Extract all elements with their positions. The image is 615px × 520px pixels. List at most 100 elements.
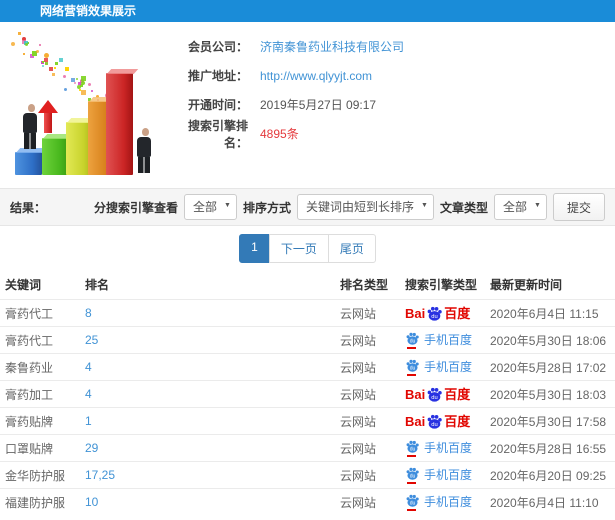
results-label: 结果：: [10, 200, 47, 215]
bar-chart-illustration: [2, 28, 177, 180]
keyword-cell: 金华防护服: [0, 461, 80, 489]
rank-link[interactable]: 25: [85, 333, 98, 347]
rank-type-cell: 云网站: [335, 380, 400, 408]
sort-label: 排序方式: [242, 200, 291, 215]
engine-filter-label: 分搜索引擎查看: [93, 200, 178, 215]
engine-cell: Bai du 百度 du: [400, 380, 485, 408]
baidu-logo: Bai du 百度: [405, 386, 471, 402]
svg-text:du: du: [432, 421, 438, 427]
mobile-baidu-badge[interactable]: du 手机百度: [405, 332, 472, 349]
businessman-right: [137, 128, 151, 173]
updated-cell: 2020年6月20日 09:25: [485, 461, 615, 489]
info-field-label: 搜索引擎排名：: [187, 118, 248, 150]
last-page-button[interactable]: 尾页: [327, 233, 376, 263]
article-type-label: 文章类型: [439, 200, 488, 215]
rank-link[interactable]: 4: [85, 387, 92, 401]
table-row: 膏药贴牌 1 云网站 Bai du 百度 2020年5月30日 17:58: [0, 407, 615, 435]
col-updated: 最新更新时间: [490, 278, 563, 292]
svg-text:du: du: [410, 338, 416, 344]
info-field-value[interactable]: http://www.qlyyjt.com: [260, 69, 372, 83]
rank-type-cell: 云网站: [335, 461, 400, 489]
pagination: 1 下一页 尾页: [239, 233, 376, 263]
member-info: 会员公司： 济南秦鲁药业科技有限公司 推广地址： http://www.qlyy…: [170, 32, 600, 150]
article-type-select[interactable]: 全部: [493, 194, 547, 220]
mobile-baidu-badge[interactable]: du 手机百度: [405, 440, 473, 457]
table-row: 福建防护服 10 云网站 Bai du 百度: [0, 488, 615, 516]
info-field: 开通时间： 2019年5月27日 09:17: [170, 90, 600, 119]
baidu-underline-decoration: [407, 374, 416, 376]
rank-type-cell: 云网站: [335, 407, 400, 435]
rankings-table: 关键词 排名 排名类型 搜索引擎类型 最新更新时间 膏药代工 8 云网站 Bai…: [0, 270, 615, 516]
baidu-underline-decoration: [407, 482, 416, 484]
keyword-cell: 福建防护服: [0, 488, 80, 516]
mobile-baidu-label: 手机百度: [424, 494, 473, 509]
rank-link[interactable]: 29: [85, 441, 98, 455]
col-engine-type: 搜索引擎类型: [405, 278, 478, 292]
businessman-left: [23, 104, 37, 149]
col-rank-type: 排名类型: [340, 278, 389, 292]
mobile-baidu-label: 手机百度: [424, 467, 473, 482]
growth-arrow-icon: [38, 100, 58, 134]
mobile-baidu-badge[interactable]: du 手机百度: [405, 494, 473, 512]
svg-text:du: du: [410, 446, 416, 452]
svg-text:du: du: [432, 394, 438, 400]
baidu-underline-decoration: [407, 347, 416, 349]
baidu-underline-decoration: [407, 455, 416, 457]
summary-section: 会员公司： 济南秦鲁药业科技有限公司 推广地址： http://www.qlyy…: [0, 22, 615, 188]
keyword-cell: 膏药加工: [0, 380, 80, 408]
table-row: 膏药加工 4 云网站 Bai du 百度 2020年5月30日 18:03: [0, 380, 615, 408]
updated-cell: 2020年6月4日 11:10: [485, 488, 615, 516]
table-row: 口罩贴牌 29 云网站 Bai du 百度: [0, 434, 615, 462]
results-filter-bar: 结果： 分搜索引擎查看 全部 ▼ 排序方式 关键词由短到长排序 ▼ 文章类型 全部 ▼…: [0, 188, 615, 226]
baidu-paw-icon: du: [427, 387, 442, 402]
submit-button[interactable]: 提交: [552, 193, 605, 221]
rank-link[interactable]: 4: [85, 360, 92, 374]
page-1-button[interactable]: 1: [239, 233, 270, 263]
updated-cell: 2020年6月4日 11:15: [485, 299, 615, 327]
updated-cell: 2020年5月28日 16:55: [485, 434, 615, 462]
engine-cell: Bai du 百度 du: [400, 488, 485, 516]
chart-bar-blue: [15, 152, 42, 175]
keyword-cell: 口罩贴牌: [0, 434, 80, 462]
mobile-baidu-badge[interactable]: du 手机百度: [405, 467, 473, 484]
updated-cell: 2020年5月28日 17:02: [485, 353, 615, 381]
col-keyword: 关键词: [5, 278, 42, 292]
engine-filter-select[interactable]: 全部: [183, 194, 237, 220]
table-row: 膏药代工 8 云网站 Bai du 百度 2020年6月4日 11:15: [0, 299, 615, 327]
table-row: 秦鲁药业 4 云网站 Bai du 百度: [0, 353, 615, 381]
mobile-baidu-paw-icon: du: [406, 332, 419, 345]
keyword-cell: 膏药贴牌: [0, 407, 80, 435]
keyword-cell: 膏药代工: [0, 326, 80, 354]
mobile-baidu-paw-icon: du: [406, 467, 419, 480]
mobile-baidu-badge[interactable]: du 手机百度: [405, 359, 472, 376]
engine-cell: Bai du 百度 du: [400, 407, 485, 435]
mobile-baidu-paw-icon: du: [406, 495, 419, 507]
rank-link[interactable]: 1: [85, 414, 92, 428]
rank-type-cell: 云网站: [335, 299, 400, 327]
svg-text:du: du: [410, 501, 416, 507]
rank-link[interactable]: 8: [85, 306, 92, 320]
info-field-value: 2019年5月27日 09:17: [260, 98, 377, 112]
info-field-value: 4895条: [260, 127, 299, 141]
sort-select[interactable]: 关键词由短到长排序: [296, 194, 434, 220]
info-field-value[interactable]: 济南秦鲁药业科技有限公司: [260, 38, 404, 55]
engine-cell: Bai du 百度 du: [400, 434, 485, 462]
mobile-baidu-label: 手机百度: [424, 440, 473, 455]
engine-cell: Bai du 百度 du: [400, 461, 485, 489]
info-field-label: 会员公司：: [187, 40, 248, 54]
svg-text:du: du: [410, 365, 416, 371]
rank-link[interactable]: 10: [85, 495, 98, 509]
info-field-label: 推广地址：: [187, 69, 248, 83]
baidu-logo: Bai du 百度: [405, 413, 471, 429]
baidu-underline-decoration: [407, 509, 416, 512]
next-page-button[interactable]: 下一页: [268, 233, 329, 263]
rank-type-cell: 云网站: [335, 488, 400, 516]
mobile-baidu-paw-icon: du: [406, 440, 419, 453]
baidu-paw-icon: du: [427, 306, 442, 321]
keyword-cell: 秦鲁药业: [0, 353, 80, 381]
updated-cell: 2020年5月30日 18:03: [485, 380, 615, 408]
rank-type-cell: 云网站: [335, 353, 400, 381]
rank-link[interactable]: 17,25: [85, 468, 115, 482]
chart-bar-green: [42, 138, 69, 175]
engine-cell: Bai du 百度 du: [400, 326, 485, 354]
